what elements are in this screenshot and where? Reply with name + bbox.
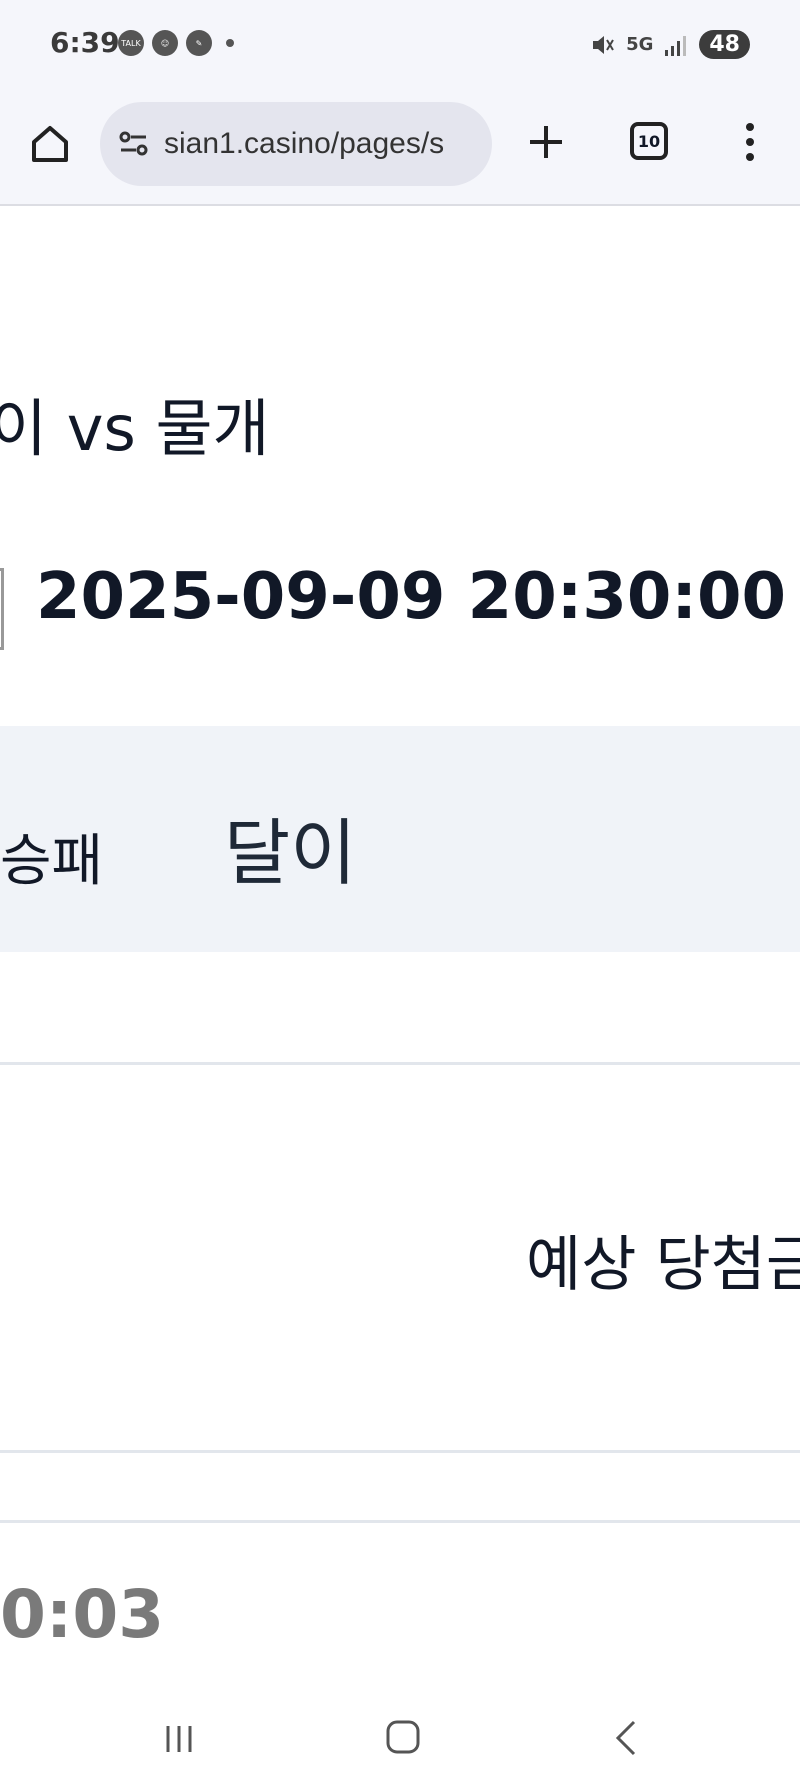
datetime-marker xyxy=(0,568,4,650)
mute-icon xyxy=(593,35,614,54)
countdown-timer: 0:03 xyxy=(0,1576,165,1653)
browser-toolbar: sian1.casino/pages/s 10 xyxy=(0,92,800,206)
expected-payout-label: 예상 당첨금 xyxy=(526,1230,800,1300)
tab-count: 10 xyxy=(637,131,661,151)
divider xyxy=(0,1450,800,1453)
match-datetime: 2025-09-09 20:30:00 xyxy=(36,560,787,634)
talk-icon: TALK xyxy=(118,30,144,56)
bet-type-label: 승패 xyxy=(0,829,104,894)
feather-icon: ✎ xyxy=(186,30,212,56)
status-bar: 6:39 TALK ☺ ✎ 5G 48 xyxy=(0,0,800,92)
address-bar[interactable]: sian1.casino/pages/s xyxy=(100,102,492,186)
recent-apps-icon[interactable] xyxy=(162,1722,196,1756)
system-navigation-bar xyxy=(0,1694,800,1784)
notification-icons: TALK ☺ ✎ xyxy=(118,30,234,56)
divider xyxy=(0,1062,800,1065)
site-settings-icon[interactable] xyxy=(116,126,152,162)
divider xyxy=(0,1520,800,1523)
status-time: 6:39 xyxy=(50,26,120,59)
more-menu-icon[interactable] xyxy=(740,120,760,164)
signal-icon xyxy=(665,35,687,56)
face-icon: ☺ xyxy=(152,30,178,56)
home-icon[interactable] xyxy=(28,122,72,166)
url-text[interactable]: sian1.casino/pages/s xyxy=(164,127,480,161)
tab-switcher-button[interactable]: 10 xyxy=(630,122,668,160)
system-icons: 5G 48 xyxy=(590,30,750,59)
bet-pick-option[interactable]: 달이 xyxy=(224,794,356,899)
nav-home-icon[interactable] xyxy=(384,1718,422,1756)
new-tab-icon[interactable] xyxy=(524,120,568,164)
battery-icon: 48 xyxy=(699,30,750,59)
match-teams: 이 vs 물개 xyxy=(0,392,270,465)
back-icon[interactable] xyxy=(612,1718,640,1758)
more-notifications-dot-icon xyxy=(226,39,234,47)
bet-selection-row xyxy=(0,726,800,952)
network-type-icon: 5G xyxy=(626,34,654,55)
